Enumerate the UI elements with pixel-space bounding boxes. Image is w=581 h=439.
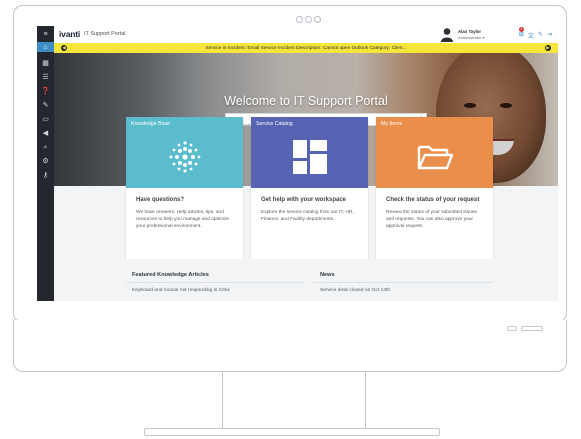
card-label: Knowledge Base — [131, 121, 170, 127]
menu-icon[interactable]: ≡ — [40, 29, 51, 39]
card-heading: Have questions? — [136, 197, 185, 203]
screen: ≡ ⌂ ▦ ☰ ❓ ✎ ▭ ◀ ⌕ ⚙ ⚷ ivanti IT Support … — [37, 26, 558, 301]
ticket-icon[interactable]: ✎ — [40, 100, 51, 110]
dashboard-icon[interactable]: ▦ — [40, 58, 51, 68]
search-icon[interactable]: ⌕ — [40, 142, 51, 152]
monitor-chin — [13, 320, 567, 372]
brand-logo[interactable]: ivanti — [59, 29, 80, 39]
help-icon[interactable]: ❓ — [40, 86, 51, 96]
card-label: Service Catalog — [256, 121, 293, 127]
open-folder-icon — [376, 137, 493, 177]
tools-icon[interactable]: ✎ — [538, 31, 543, 40]
top-bar: ivanti IT Support Portal Alan Taylor Adm… — [54, 26, 558, 44]
card-heading: Check the status of your request — [386, 197, 480, 203]
divider — [313, 282, 493, 283]
sidebar: ≡ ⌂ ▦ ☰ ❓ ✎ ▭ ◀ ⌕ ⚙ ⚷ — [37, 26, 54, 301]
catalog-grid-icon — [251, 137, 368, 177]
language-icon[interactable]: 文 — [528, 31, 534, 40]
key-icon[interactable]: ⚷ — [40, 170, 51, 180]
megaphone-icon[interactable]: ◀ — [40, 128, 51, 138]
monitor-buttons — [507, 326, 543, 331]
knowledge-icon — [126, 137, 243, 177]
hero-title: Welcome to IT Support Portal — [224, 94, 388, 108]
user-name[interactable]: Alan Taylor — [458, 29, 481, 34]
card-description: Explore the service catalog from our IT,… — [261, 210, 354, 222]
folder-icon[interactable]: ▭ — [40, 114, 51, 124]
list-icon[interactable]: ☰ — [40, 72, 51, 82]
lower-section — [54, 259, 558, 301]
toolbar-icons: ⊞ 文 ✎ ⇥ — [519, 31, 552, 40]
user-avatar[interactable] — [440, 27, 454, 42]
ticker-message[interactable]: Service in Incident: Email Service Incid… — [54, 46, 558, 51]
featured-articles-heading: Featured Knowledge Articles — [132, 272, 209, 278]
card-label: My Items — [381, 121, 403, 127]
news-heading: News — [320, 272, 335, 278]
user-role[interactable]: Administrator ▾ — [458, 35, 485, 40]
featured-article-link[interactable]: Keyboard and mouse not responding in Cit… — [132, 288, 230, 293]
settings-icon[interactable]: ⚙ — [40, 156, 51, 166]
news-item-link[interactable]: Service desk closed on Oct 14th — [320, 288, 390, 293]
incident-ticker: ◀ Service in Incident: Email Service Inc… — [54, 43, 558, 53]
card-description: Review the status of your submitted issu… — [386, 210, 477, 229]
card-knowledge-base[interactable]: Knowledge Base Have questions? We have a… — [126, 117, 243, 259]
home-icon[interactable]: ⌂ — [37, 42, 54, 52]
card-my-items[interactable]: My Items Check the status of your reques… — [376, 117, 493, 259]
monitor-stand-base — [144, 428, 440, 436]
card-heading: Get help with your workspace — [261, 197, 347, 203]
logout-icon[interactable]: ⇥ — [547, 31, 552, 40]
cart-icon[interactable]: ⊞ — [519, 31, 524, 40]
app-title: IT Support Portal — [84, 31, 126, 37]
ticker-next-icon[interactable]: ▶ — [545, 45, 551, 51]
card-description: We have answers. Help articles, tips, an… — [136, 210, 230, 229]
divider — [126, 282, 304, 283]
camera-dots — [296, 16, 321, 23]
monitor-stand-neck — [222, 372, 366, 430]
card-service-catalog[interactable]: Service Catalog Get help with your works… — [251, 117, 368, 259]
